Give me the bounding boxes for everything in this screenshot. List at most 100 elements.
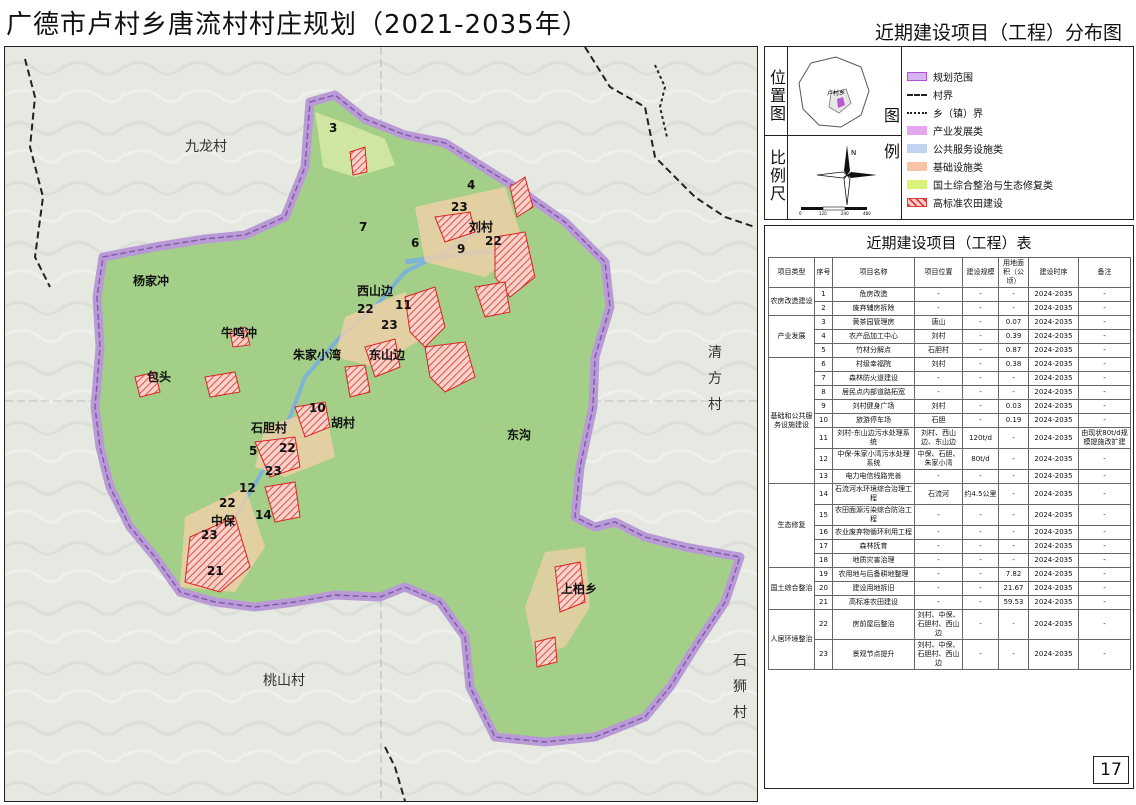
table-cell: 0.39 xyxy=(998,329,1029,344)
project-type-cell: 人居环境整治 xyxy=(768,609,815,670)
legend-item: 基础设施类 xyxy=(907,159,983,174)
project-marker[interactable]: 22 xyxy=(357,302,374,316)
table-row: 15 农田面源污染综合防治工程 - - -2024-2035- xyxy=(769,504,1131,526)
project-table: 项目类型 序号 项目名称 项目位置 建设规模 用地面积（公顷） 建设时序 备注 农房改造建设 1… xyxy=(768,257,1131,670)
table-cell: 20 xyxy=(814,581,833,596)
table-cell: 石流河 xyxy=(914,483,963,505)
table-cell: 2024-2035 xyxy=(1028,609,1079,640)
table-cell: - xyxy=(998,469,1029,484)
place-label: 牛鸣冲 xyxy=(221,325,257,340)
project-marker[interactable]: 7 xyxy=(359,220,367,234)
table-header-cell: 序号 xyxy=(814,257,833,288)
table-cell: 2024-2035 xyxy=(1028,357,1079,372)
table-row: 13 电力电信线路完善 - - -2024-2035- xyxy=(769,469,1131,484)
table-cell: 3 xyxy=(814,315,833,330)
boundary-swatch xyxy=(907,72,927,81)
project-marker[interactable]: 12 xyxy=(239,481,256,495)
dash-swatch xyxy=(907,93,927,96)
place-label: 中保 xyxy=(211,513,236,528)
table-cell: 2024-2035 xyxy=(1028,399,1079,414)
table-cell: - xyxy=(914,525,963,540)
table-cell: - xyxy=(998,525,1029,540)
table-row: 10 旅游停车场 石胆 -0.19 2024-2035- xyxy=(769,413,1131,428)
project-type-cell: 农房改造建设 xyxy=(768,287,815,316)
table-cell: 12 xyxy=(814,448,833,470)
table-cell: - xyxy=(1078,609,1131,640)
project-marker[interactable]: 3 xyxy=(329,121,337,135)
table-row: 23 景观节点提升 刘村、中保、石胆村、西山边 - -2024-2035- xyxy=(769,639,1131,670)
table-cell: - xyxy=(914,539,963,554)
table-cell: - xyxy=(962,639,999,670)
table-cell: - xyxy=(998,448,1029,470)
table-cell: 农业废弃物循环利用工程 xyxy=(832,525,915,540)
project-marker[interactable]: 9 xyxy=(457,242,465,256)
table-cell: 居民点内部道路拓宽 xyxy=(832,385,915,400)
project-marker[interactable]: 23 xyxy=(451,200,468,214)
neighbor-village-qingfang-3: 村 xyxy=(708,397,722,413)
project-marker[interactable]: 10 xyxy=(309,401,326,415)
table-cell: - xyxy=(998,504,1029,526)
table-row: 产业发展 3 黄茶园管理房 唐山 -0.07 2024-2035- xyxy=(768,315,1131,358)
table-cell: - xyxy=(998,539,1029,554)
project-marker[interactable]: 5 xyxy=(249,444,257,458)
table-cell: 高标准农田建设 xyxy=(832,595,915,610)
table-cell: - xyxy=(962,413,999,428)
table-cell: - xyxy=(914,595,963,610)
table-cell: 10 xyxy=(814,413,833,428)
table-row: 人居环境整治 22 房前屋后整治 刘村、中保、石胆村、西山边 - -2024-2035- xyxy=(768,609,1131,670)
table-row: 生态修复 14 石流河水环境综合治理工程 石流河 约4.5公里 -2024-2035- xyxy=(768,483,1131,568)
table-cell: - xyxy=(998,483,1029,505)
table-cell: - xyxy=(1078,504,1131,526)
project-marker[interactable]: 23 xyxy=(265,464,282,478)
table-cell: 9 xyxy=(814,399,833,414)
table-cell: - xyxy=(1078,595,1131,610)
table-row: 20 建设用地拆旧 - -21.67 2024-2035- xyxy=(769,581,1131,596)
table-header-cell: 项目类型 xyxy=(768,257,815,288)
project-marker[interactable]: 22 xyxy=(279,441,296,455)
project-marker[interactable]: 6 xyxy=(411,236,419,250)
table-cell: - xyxy=(1078,385,1131,400)
project-marker[interactable]: 14 xyxy=(255,508,272,522)
table-cell: - xyxy=(1078,329,1131,344)
project-marker[interactable]: 22 xyxy=(219,496,236,510)
locator-place: 卢村乡 xyxy=(827,89,845,97)
table-cell: - xyxy=(962,504,999,526)
place-label: 东山边 xyxy=(369,347,406,362)
locator-map: 卢村乡 xyxy=(798,56,870,128)
project-marker[interactable]: 21 xyxy=(207,564,224,578)
project-marker[interactable]: 4 xyxy=(467,178,475,192)
scale-tick: 120 xyxy=(819,211,827,215)
project-marker[interactable]: 22 xyxy=(485,234,502,248)
table-cell: 石流河水环境综合治理工程 xyxy=(832,483,915,505)
table-cell: 7.82 xyxy=(998,567,1029,582)
table-cell: 11 xyxy=(814,427,833,449)
table-cell: - xyxy=(914,553,963,568)
planning-map[interactable]: 九龙村 清 方 村 石 狮 村 桃山村 杨家冲 牛鸣冲 包头 朱家小湾 西山边 … xyxy=(5,47,757,801)
map-frame[interactable]: 九龙村 清 方 村 石 狮 村 桃山村 杨家冲 牛鸣冲 包头 朱家小湾 西山边 … xyxy=(4,46,758,802)
table-cell: 2024-2035 xyxy=(1028,504,1079,526)
legend-item: 规划范围 xyxy=(907,69,973,84)
table-row: 9 刘村健身广场 刘村 -0.03 2024-2035- xyxy=(769,399,1131,414)
table-cell: - xyxy=(998,371,1029,386)
table-cell: 刘村 xyxy=(914,357,963,372)
fill-swatch xyxy=(907,180,927,189)
table-cell: 0.03 xyxy=(998,399,1029,414)
table-cell: 17 xyxy=(814,539,833,554)
project-marker[interactable]: 23 xyxy=(201,528,218,542)
table-row: 2 废弃辅房拆除 - - -2024-2035- xyxy=(769,301,1131,316)
table-cell: - xyxy=(962,581,999,596)
table-cell: 废弃辅房拆除 xyxy=(832,301,915,316)
project-marker[interactable]: 11 xyxy=(395,298,412,312)
table-cell: - xyxy=(962,287,999,302)
table-cell: - xyxy=(1078,483,1131,505)
table-cell: 森林防火道建设 xyxy=(832,371,915,386)
table-cell: - xyxy=(914,567,963,582)
place-label: 西山边 xyxy=(357,283,394,298)
table-cell: - xyxy=(1078,287,1131,302)
table-cell: 黄茶园管理房 xyxy=(832,315,915,330)
table-cell: 石胆 xyxy=(914,413,963,428)
table-cell: 旅游停车场 xyxy=(832,413,915,428)
project-marker[interactable]: 23 xyxy=(381,318,398,332)
legend-item: 公共服务设施类 xyxy=(907,141,1003,156)
table-header-row: 项目类型 序号 项目名称 项目位置 建设规模 用地面积（公顷） 建设时序 备注 xyxy=(768,257,1131,288)
